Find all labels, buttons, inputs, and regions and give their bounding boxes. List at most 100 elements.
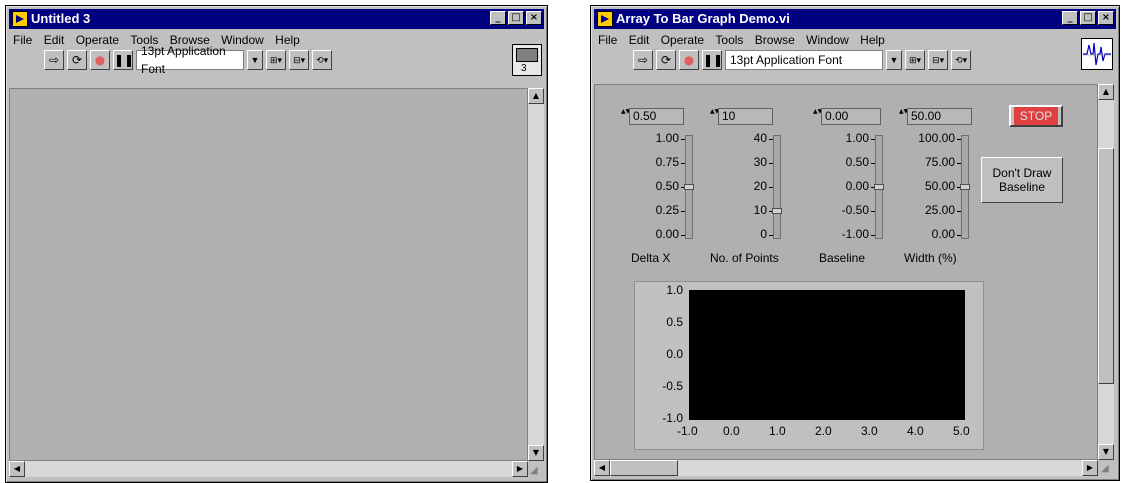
align-objects-icon[interactable]: ⊞▾ — [266, 50, 287, 70]
numeric-control-3[interactable]: ▲▼ 50.00 — [899, 107, 972, 125]
untitled-window: Untitled 3 _ □ × File Edit Operate Tools… — [5, 5, 548, 483]
maximize-button[interactable]: □ — [1080, 11, 1096, 25]
slider-tick-label: 75.00 — [924, 155, 955, 169]
numeric-control-0[interactable]: ▲▼ 0.50 — [621, 107, 684, 125]
menu-window[interactable]: Window — [806, 33, 849, 47]
menu-edit[interactable]: Edit — [629, 33, 650, 47]
menu-help[interactable]: Help — [860, 33, 885, 47]
graph-x-tick-label: 3.0 — [861, 424, 878, 438]
numeric-value[interactable]: 50.00 — [907, 107, 972, 125]
menu-edit[interactable]: Edit — [44, 33, 65, 47]
dont-draw-baseline-label: Don't Draw Baseline — [992, 166, 1052, 194]
abort-icon[interactable]: ● — [679, 50, 699, 70]
slider-tick-label: -0.50 — [841, 203, 869, 217]
menu-operate[interactable]: Operate — [76, 33, 119, 47]
run-arrow-icon[interactable]: ⇨ — [44, 50, 64, 70]
stop-button[interactable]: STOP — [1009, 105, 1063, 127]
font-dropdown-arrow[interactable]: ▼ — [247, 50, 263, 70]
abort-icon[interactable]: ● — [90, 50, 110, 70]
run-continuously-icon[interactable]: ⟳ — [656, 50, 676, 70]
pause-icon[interactable]: ❚❚ — [702, 50, 723, 70]
slider-knob[interactable] — [684, 184, 694, 190]
slider-track[interactable] — [773, 135, 781, 239]
menu-file[interactable]: File — [13, 33, 32, 47]
horizontal-scrollbar[interactable]: ◀ ▶ — [594, 460, 1098, 476]
dont-draw-baseline-button[interactable]: Don't Draw Baseline — [981, 157, 1063, 203]
run-arrow-icon[interactable]: ⇨ — [633, 50, 653, 70]
vi-icon[interactable] — [1081, 38, 1113, 70]
run-continuously-icon[interactable]: ⟳ — [67, 50, 87, 70]
font-selector[interactable]: 13pt Application Font — [725, 50, 883, 70]
vertical-scroll-thumb[interactable] — [1098, 148, 1114, 384]
slider-tick-label: 0.00 — [931, 227, 955, 241]
graph-y-tick-label: -1.0 — [662, 411, 683, 425]
menu-tools[interactable]: Tools — [715, 33, 743, 47]
numeric-value[interactable]: 10 — [718, 107, 773, 125]
horizontal-scroll-thumb[interactable] — [610, 460, 678, 476]
slider-knob[interactable] — [772, 208, 782, 214]
scroll-left-arrow[interactable]: ◀ — [594, 460, 610, 476]
pause-icon[interactable]: ❚❚ — [113, 50, 134, 70]
spin-arrows-icon[interactable]: ▲▼ — [621, 108, 630, 124]
resize-grip-icon[interactable]: ◢ — [530, 465, 544, 479]
vi-icon-graphic — [516, 48, 538, 62]
numeric-control-1[interactable]: ▲▼ 10 — [710, 107, 773, 125]
bar-graph-plot-area[interactable] — [689, 290, 965, 420]
slider-tick-label: 0.50 — [655, 179, 679, 193]
resize-grip-icon[interactable]: ◢ — [1101, 463, 1115, 477]
close-button[interactable]: × — [1098, 11, 1114, 25]
font-selector[interactable]: 13pt Application Font — [136, 44, 244, 76]
graph-x-tick-label: 5.0 — [953, 424, 970, 438]
scroll-left-arrow[interactable]: ◀ — [9, 461, 25, 477]
distribute-objects-icon[interactable]: ⊟▾ — [928, 50, 949, 70]
scroll-down-arrow[interactable]: ▼ — [528, 445, 544, 461]
slider-tick-label: 20 — [753, 179, 767, 193]
reorder-icon[interactable]: ⟲▾ — [312, 50, 333, 70]
control-label: No. of Points — [710, 251, 779, 265]
toolbar: ⇨ ⟳ ● ❚❚ 13pt Application Font ▼ ⊞▾ ⊟▾ ⟲… — [44, 44, 333, 76]
stop-label: STOP — [1013, 107, 1059, 125]
reorder-icon[interactable]: ⟲▾ — [951, 50, 972, 70]
menu-operate[interactable]: Operate — [661, 33, 704, 47]
menu-browse[interactable]: Browse — [755, 33, 795, 47]
scroll-up-arrow[interactable]: ▲ — [528, 88, 544, 104]
vertical-scrollbar[interactable]: ▲ ▼ — [1098, 84, 1114, 460]
minimize-button[interactable]: _ — [1062, 11, 1078, 25]
slider-tick-label: 50.00 — [924, 179, 955, 193]
slider-tick-label: 0.00 — [845, 179, 869, 193]
align-objects-icon[interactable]: ⊞▾ — [905, 50, 926, 70]
numeric-value[interactable]: 0.00 — [821, 107, 881, 125]
vi-icon[interactable]: 3 — [512, 44, 542, 76]
slider-knob[interactable] — [874, 184, 884, 190]
control-label: Width (%) — [904, 251, 957, 265]
scroll-up-arrow[interactable]: ▲ — [1098, 84, 1114, 100]
control-label: Baseline — [819, 251, 866, 265]
spin-arrows-icon[interactable]: ▲▼ — [710, 108, 719, 124]
demo-window: Array To Bar Graph Demo.vi _ □ × File Ed… — [590, 5, 1120, 481]
window-title: Array To Bar Graph Demo.vi — [616, 11, 790, 26]
vertical-scrollbar[interactable]: ▲ ▼ — [528, 88, 544, 461]
front-panel[interactable] — [9, 88, 528, 461]
menu-file[interactable]: File — [598, 33, 617, 47]
menu-help[interactable]: Help — [275, 33, 300, 47]
minimize-button[interactable]: _ — [490, 11, 506, 25]
graph-y-tick-label: -0.5 — [662, 379, 683, 393]
title-bar[interactable]: Untitled 3 _ □ × — [9, 9, 544, 29]
scroll-down-arrow[interactable]: ▼ — [1098, 444, 1114, 460]
spin-arrows-icon[interactable]: ▲▼ — [899, 108, 908, 124]
distribute-objects-icon[interactable]: ⊟▾ — [289, 50, 310, 70]
maximize-button[interactable]: □ — [508, 11, 524, 25]
slider-knob[interactable] — [960, 184, 970, 190]
scroll-right-arrow[interactable]: ▶ — [1082, 460, 1098, 476]
slider-tick-label: 1.00 — [655, 131, 679, 145]
close-button[interactable]: × — [526, 11, 542, 25]
spin-arrows-icon[interactable]: ▲▼ — [813, 108, 822, 124]
graph-x-tick-label: 1.0 — [769, 424, 786, 438]
horizontal-scrollbar[interactable]: ◀ ▶ — [9, 461, 528, 477]
title-bar[interactable]: Array To Bar Graph Demo.vi _ □ × — [594, 9, 1116, 29]
numeric-value[interactable]: 0.50 — [629, 107, 684, 125]
font-dropdown-arrow[interactable]: ▼ — [886, 50, 902, 70]
toolbar: ⇨ ⟳ ● ❚❚ 13pt Application Font ▼ ⊞▾ ⊟▾ ⟲… — [633, 47, 972, 73]
numeric-control-2[interactable]: ▲▼ 0.00 — [813, 107, 881, 125]
scroll-right-arrow[interactable]: ▶ — [512, 461, 528, 477]
